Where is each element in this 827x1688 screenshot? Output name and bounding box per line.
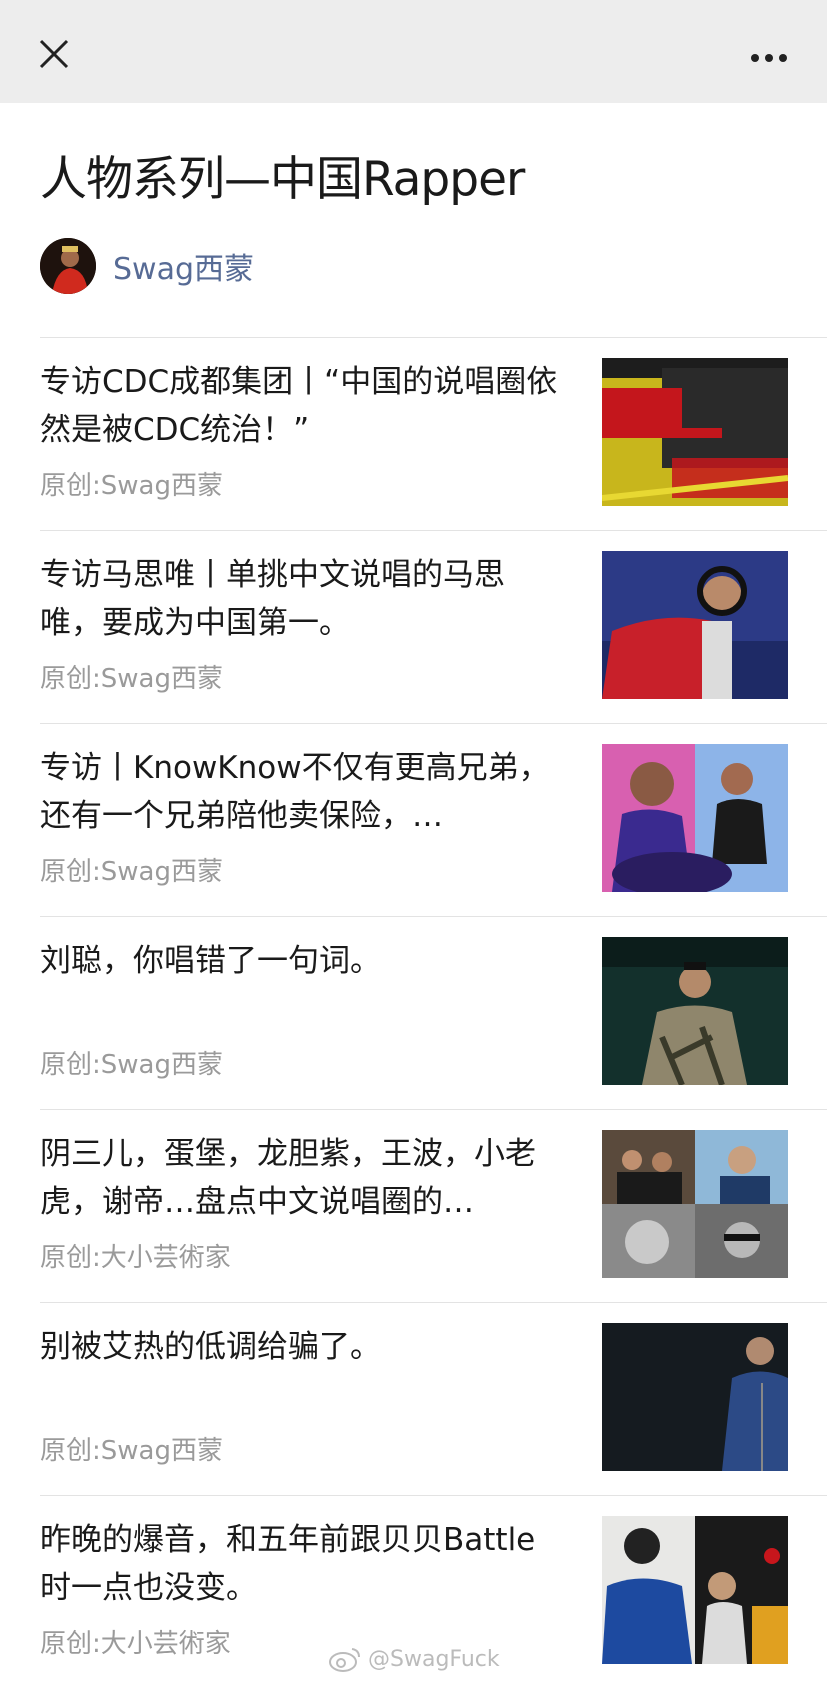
watermark: @SwagFuck: [328, 1642, 500, 1676]
article-source: 原创:Swag西蒙: [40, 1436, 223, 1466]
article-title[interactable]: 专访丨KnowKnow不仅有更高兄弟，还有一个兄弟陪他卖保险，…: [40, 744, 560, 840]
close-button[interactable]: [36, 36, 76, 76]
weibo-icon: [329, 1648, 360, 1672]
article-source: 原创:Swag西蒙: [40, 857, 223, 887]
top-bar: [0, 0, 827, 103]
article-title[interactable]: 专访CDC成都集团丨“中国的说唱圈依然是被CDC统治！”: [40, 358, 560, 454]
author-name[interactable]: Swag西蒙: [113, 244, 254, 288]
article-source: 原创:大小芸術家: [40, 1629, 231, 1659]
article-thumbnail[interactable]: [602, 1323, 788, 1471]
article-title[interactable]: 阴三儿，蛋堡，龙胆紫，王波，小老虎，谢帝…盘点中文说唱圈的…: [40, 1130, 560, 1226]
more-dots-icon: [751, 54, 787, 62]
article-thumbnail[interactable]: [602, 1130, 788, 1278]
article-source: 原创:Swag西蒙: [40, 471, 223, 501]
page-title: 人物系列—中国Rapper: [40, 152, 525, 207]
article-title[interactable]: 别被艾热的低调给骗了。: [40, 1323, 560, 1371]
avatar[interactable]: [40, 238, 96, 294]
article-source: 原创:大小芸術家: [40, 1243, 231, 1273]
article-thumbnail[interactable]: [602, 1516, 788, 1664]
more-button[interactable]: [750, 46, 794, 70]
article-title[interactable]: 刘聪，你唱错了一句词。: [40, 937, 560, 985]
list-item[interactable]: 别被艾热的低调给骗了。 原创:Swag西蒙: [40, 1302, 827, 1495]
article-thumbnail[interactable]: [602, 551, 788, 699]
list-item[interactable]: 阴三儿，蛋堡，龙胆紫，王波，小老虎，谢帝…盘点中文说唱圈的… 原创:大小芸術家: [40, 1109, 827, 1302]
watermark-text: @SwagFuck: [368, 1646, 500, 1672]
article-title[interactable]: 昨晚的爆音，和五年前跟贝贝Battle时一点也没变。: [40, 1516, 560, 1612]
list-item[interactable]: 专访马思唯丨单挑中文说唱的马思唯，要成为中国第一。 原创:Swag西蒙: [40, 530, 827, 723]
article-thumbnail[interactable]: [602, 358, 788, 506]
article-title[interactable]: 专访马思唯丨单挑中文说唱的马思唯，要成为中国第一。: [40, 551, 560, 647]
article-source: 原创:Swag西蒙: [40, 1050, 223, 1080]
author-row[interactable]: Swag西蒙: [40, 238, 254, 294]
article-list: 专访CDC成都集团丨“中国的说唱圈依然是被CDC统治！” 原创:Swag西蒙 专…: [40, 337, 827, 1688]
list-item[interactable]: 专访丨KnowKnow不仅有更高兄弟，还有一个兄弟陪他卖保险，… 原创:Swag…: [40, 723, 827, 916]
article-source: 原创:Swag西蒙: [40, 664, 223, 694]
list-item[interactable]: 刘聪，你唱错了一句词。 原创:Swag西蒙: [40, 916, 827, 1109]
close-icon: [39, 39, 69, 69]
article-thumbnail[interactable]: [602, 937, 788, 1085]
list-item[interactable]: 专访CDC成都集团丨“中国的说唱圈依然是被CDC统治！” 原创:Swag西蒙: [40, 337, 827, 530]
article-thumbnail[interactable]: [602, 744, 788, 892]
